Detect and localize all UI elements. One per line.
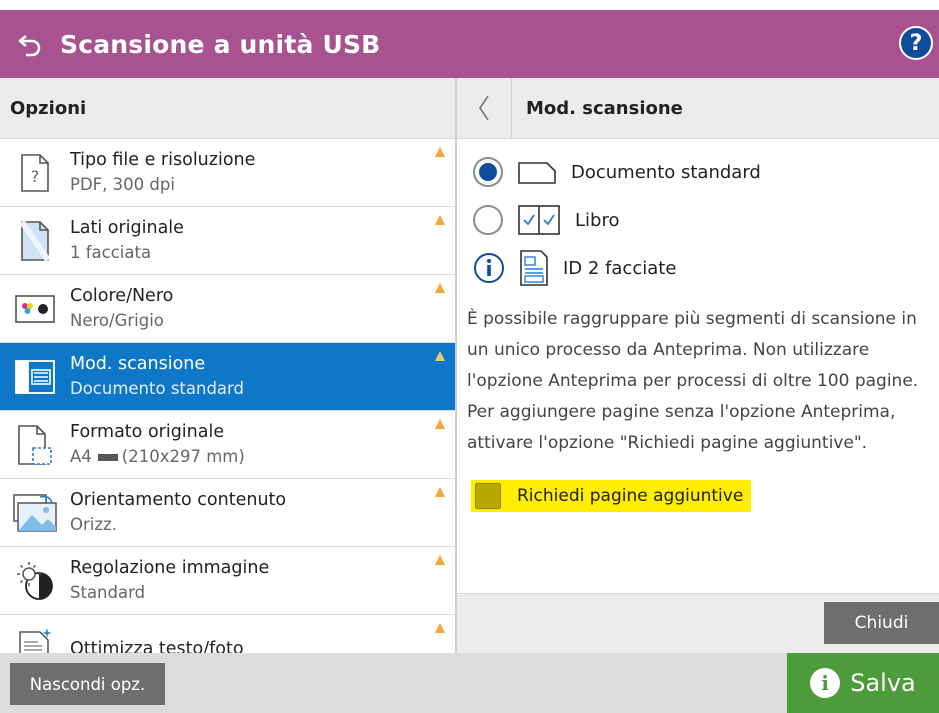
save-label: Salva bbox=[850, 669, 916, 697]
option-value: PDF, 300 dpi bbox=[70, 174, 175, 194]
chevron-left-icon bbox=[479, 95, 489, 121]
image-adjust-icon bbox=[17, 561, 53, 600]
option-scan-mode[interactable]: Mod. scansione Documento standard bbox=[0, 343, 455, 411]
option-original-sides[interactable]: Lati originale 1 facciata bbox=[0, 207, 455, 275]
warning-icon bbox=[435, 147, 445, 157]
choice-standard-document[interactable]: Documento standard bbox=[473, 152, 761, 192]
book-scan-icon bbox=[15, 359, 55, 394]
option-label: Regolazione immagine bbox=[70, 557, 270, 578]
warning-icon bbox=[435, 283, 445, 293]
close-button[interactable]: Chiudi bbox=[824, 602, 939, 644]
choice-label: ID 2 facciate bbox=[563, 257, 677, 279]
request-additional-pages[interactable]: Richiedi pagine aggiuntive bbox=[471, 480, 752, 512]
id-card-icon bbox=[520, 250, 548, 286]
hide-options-button[interactable]: Nascondi opz. bbox=[10, 663, 165, 705]
orientation-icon bbox=[13, 493, 57, 532]
document-icon bbox=[518, 162, 556, 184]
page-title: Scansione a unità USB bbox=[60, 29, 381, 59]
panel-title: Mod. scansione bbox=[526, 97, 683, 119]
option-value: 1 facciata bbox=[70, 242, 152, 262]
format-dimensions: (210x297 mm) bbox=[121, 446, 245, 466]
option-label: Mod. scansione bbox=[70, 353, 206, 374]
book-check-icon bbox=[518, 205, 560, 235]
panel-header: Mod. scansione bbox=[457, 77, 939, 139]
help-button[interactable]: ? bbox=[899, 26, 933, 60]
option-label: Ottimizza testo/foto bbox=[70, 638, 244, 654]
warning-icon bbox=[435, 555, 445, 565]
optimize-text-photo-icon bbox=[19, 627, 52, 653]
choice-label: Documento standard bbox=[571, 161, 761, 183]
file-question-icon: ? bbox=[21, 153, 49, 192]
choice-id-2-sides[interactable]: ID 2 facciate bbox=[473, 248, 676, 288]
option-label: Formato originale bbox=[70, 421, 225, 442]
radio-book[interactable] bbox=[473, 205, 503, 235]
option-value: Standard bbox=[70, 582, 146, 602]
warning-icon bbox=[435, 623, 445, 633]
panel-back-button[interactable] bbox=[457, 77, 512, 139]
format-size-label: A4 bbox=[70, 446, 92, 466]
info-icon: i bbox=[810, 668, 841, 698]
warning-icon bbox=[435, 215, 445, 225]
warning-icon bbox=[435, 351, 445, 361]
back-button[interactable] bbox=[0, 10, 60, 78]
option-label: Colore/Nero bbox=[70, 285, 174, 306]
option-color-black[interactable]: Colore/Nero Nero/Grigio bbox=[0, 275, 455, 343]
option-content-orientation[interactable]: Orientamento contenuto Orizz. bbox=[0, 479, 455, 547]
option-image-adjustment[interactable]: Regolazione immagine Standard bbox=[0, 547, 455, 615]
option-optimize-text-photo[interactable]: Ottimizza testo/foto bbox=[0, 615, 455, 653]
scan-mode-panel: Mod. scansione Documento standard Libro bbox=[457, 77, 939, 653]
option-label: Tipo file e risoluzione bbox=[70, 149, 256, 170]
request-additional-pages-checkbox[interactable] bbox=[475, 483, 501, 509]
warning-icon bbox=[435, 487, 445, 497]
option-value: Documento standard bbox=[70, 378, 245, 398]
save-button[interactable]: i Salva bbox=[787, 653, 939, 713]
top-strip bbox=[0, 0, 939, 10]
checkbox-label: Richiedi pagine aggiuntive bbox=[517, 486, 744, 506]
svg-text:?: ? bbox=[31, 167, 40, 186]
radio-standard-document[interactable] bbox=[473, 157, 503, 187]
page-format-icon bbox=[18, 424, 52, 465]
options-header: Opzioni bbox=[0, 78, 455, 139]
choice-label: Libro bbox=[575, 209, 620, 231]
footer-bar: Nascondi opz. i Salva bbox=[0, 653, 939, 713]
options-panel: Opzioni ? Tipo file e risoluzione PDF, 3… bbox=[0, 78, 455, 653]
option-value: Orizz. bbox=[70, 514, 117, 534]
color-black-icon bbox=[15, 294, 55, 323]
radio-selected-dot bbox=[479, 163, 497, 181]
info-icon[interactable] bbox=[473, 252, 505, 284]
scan-mode-description: È possibile raggruppare più segmenti di … bbox=[467, 309, 919, 453]
option-label: Orientamento contenuto bbox=[70, 489, 287, 510]
page-sides-icon bbox=[20, 219, 50, 262]
choice-book[interactable]: Libro bbox=[473, 200, 619, 240]
warning-icon bbox=[435, 419, 445, 429]
option-value: Nero/Grigio bbox=[70, 310, 164, 330]
option-original-format[interactable]: Formato originale A4 (210x297 mm) bbox=[0, 411, 455, 479]
panel-footer: Chiudi bbox=[457, 593, 939, 653]
option-file-type[interactable]: ? Tipo file e risoluzione PDF, 300 dpi bbox=[0, 139, 455, 207]
option-label: Lati originale bbox=[70, 217, 184, 238]
paper-swatch bbox=[97, 453, 118, 461]
app-header: Scansione a unità USB ? bbox=[0, 10, 939, 78]
help-icon: ? bbox=[909, 30, 923, 56]
option-value: A4 (210x297 mm) bbox=[70, 444, 245, 470]
return-arrow-icon bbox=[18, 35, 41, 57]
